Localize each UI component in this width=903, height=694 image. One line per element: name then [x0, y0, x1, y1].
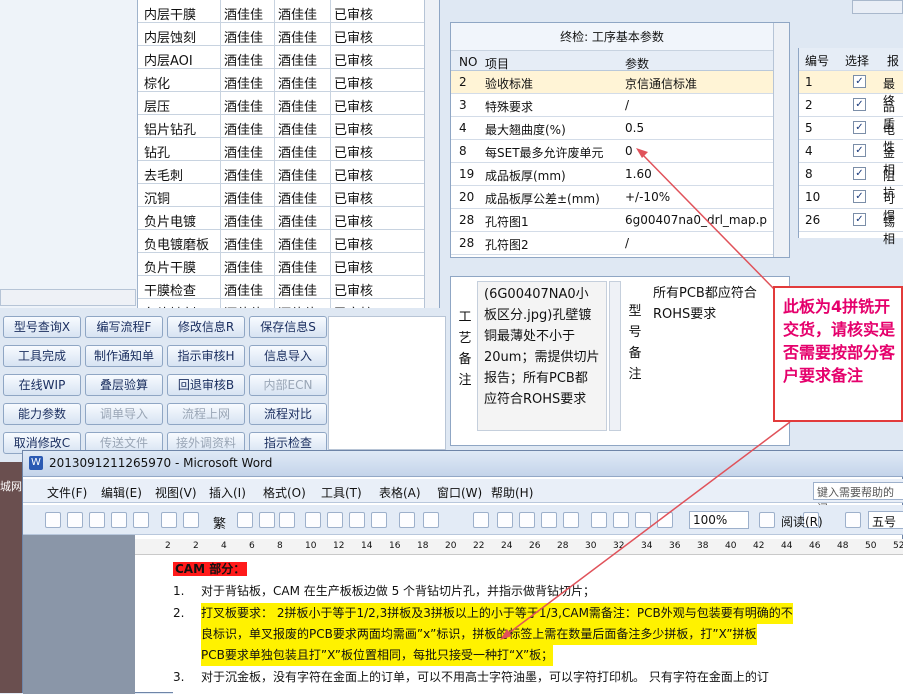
annotation-note: 此板为4拼铣开交货，请核实是否需要按部分客户要求备注 — [773, 286, 903, 422]
arrow-to-doc — [504, 421, 791, 637]
arrowhead-param — [636, 148, 648, 158]
arrow-to-param — [639, 151, 776, 291]
arrowhead-doc — [500, 629, 512, 640]
annotation-arrows — [500, 148, 791, 640]
